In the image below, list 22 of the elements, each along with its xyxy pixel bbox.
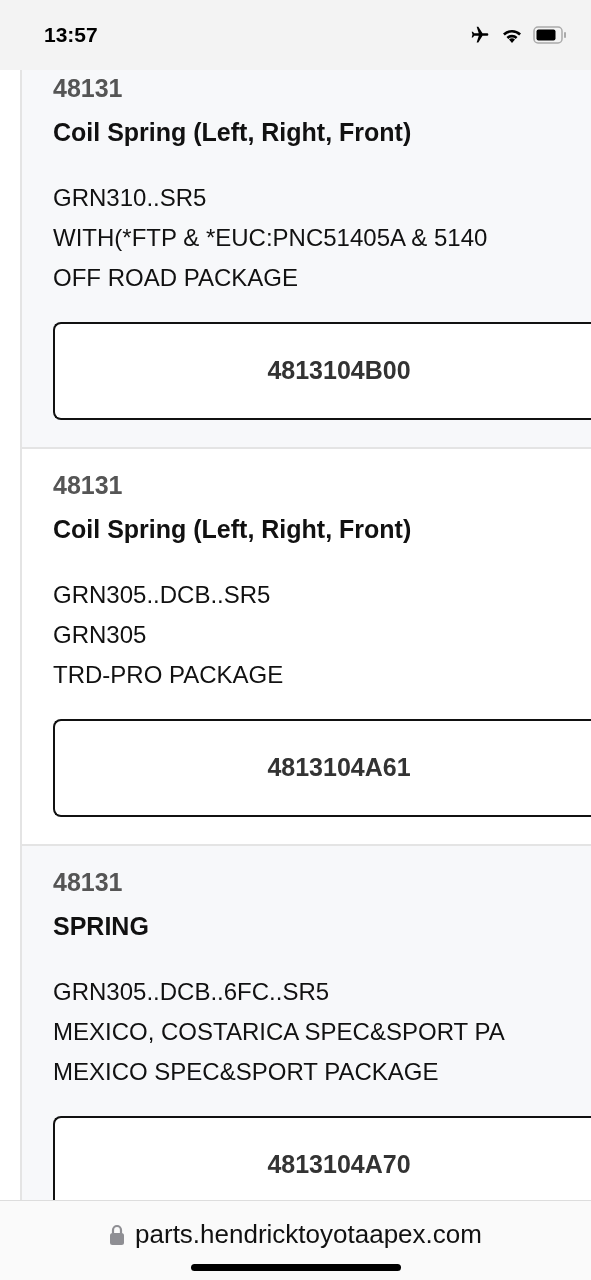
lock-icon xyxy=(109,1223,126,1246)
part-name: SPRING xyxy=(53,912,150,940)
battery-icon xyxy=(533,26,567,44)
applicability-line: TRD-PRO PACKAGE xyxy=(53,660,285,690)
applicability-line: OFF ROAD PACKAGE xyxy=(53,263,299,293)
part-number-button[interactable]: 4813104B00 xyxy=(53,322,591,420)
applicability-line: GRN305..DCB..SR5 xyxy=(53,580,272,610)
applicability-line: MEXICO SPEC&SPORT PACKAGE xyxy=(53,1057,440,1087)
applicability-line: GRN305 xyxy=(53,620,148,650)
group-number: 48131 xyxy=(53,471,124,499)
applicability-line: MEXICO, COSTARICA SPEC&SPORT PA xyxy=(53,1017,506,1047)
group-number: 48131 xyxy=(53,868,124,896)
part-number-button[interactable]: 4813104A70 xyxy=(53,1116,591,1200)
status-time: 13:57 xyxy=(44,22,98,49)
part-name: Coil Spring (Left, Right, Front) xyxy=(53,515,413,543)
group-number: 48131 xyxy=(53,74,124,102)
part-name: Coil Spring (Left, Right, Front) xyxy=(53,118,413,146)
part-number-button[interactable]: 4813104A61 xyxy=(53,719,591,817)
applicability-line: GRN305..DCB..6FC..SR5 xyxy=(53,977,331,1007)
airplane-icon xyxy=(469,25,491,45)
applicability-line: GRN310..SR5 xyxy=(53,183,208,213)
applicability-line: WITH(*FTP & *EUC:PNC51405A & 5140 xyxy=(53,223,489,253)
